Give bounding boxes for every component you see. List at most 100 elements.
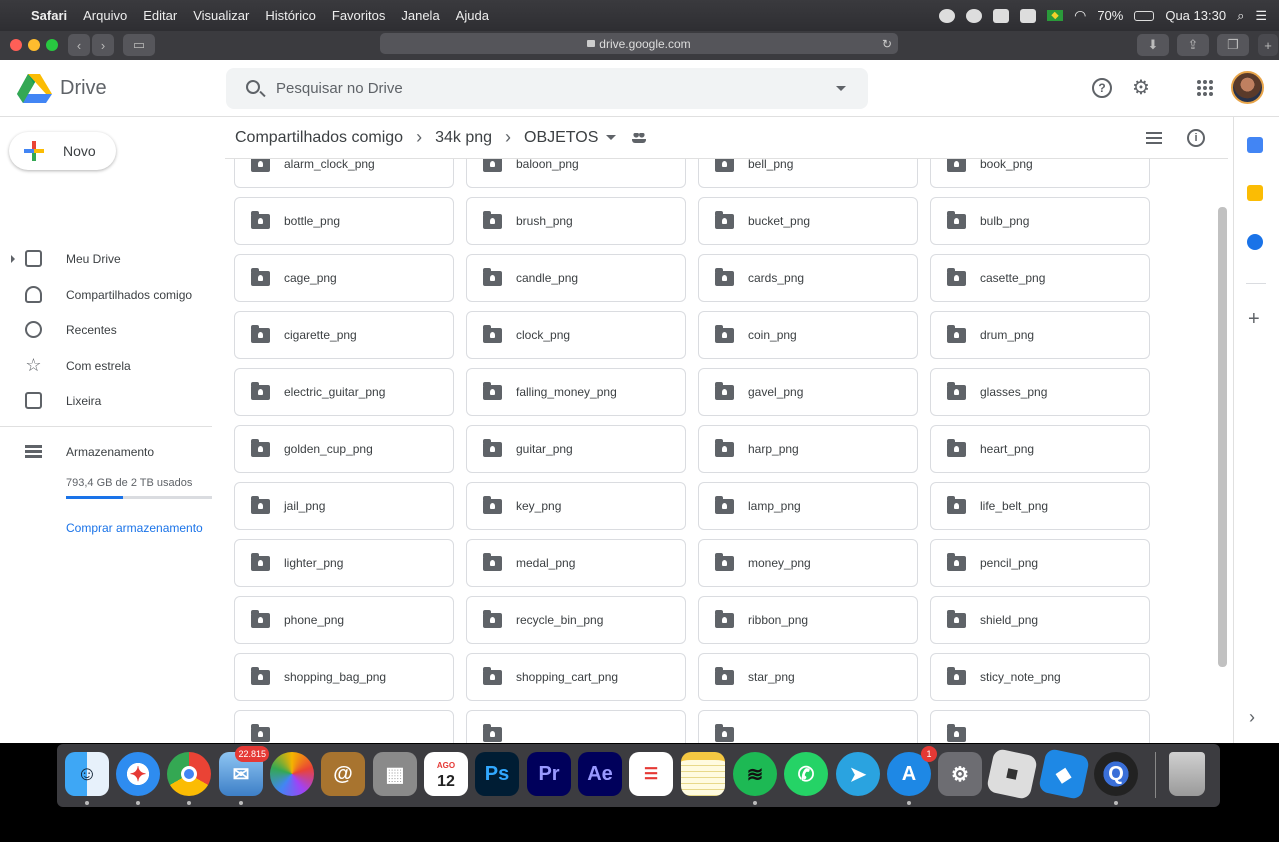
scrollbar[interactable] [1218,207,1227,667]
add-addon-icon[interactable]: + [1248,308,1260,331]
nav-recentes[interactable]: Recentes [0,312,212,347]
breadcrumb-objetos[interactable]: OBJETOS [524,129,598,147]
tabs-overview-button[interactable]: ❐ [1217,34,1249,56]
roblox-studio-icon[interactable]: ◆ [1037,747,1091,801]
folder-tile[interactable]: bucket_png [698,197,918,245]
photos-icon[interactable] [270,752,314,796]
folder-tile[interactable]: shopping_bag_png [234,653,454,701]
folder-tile[interactable]: phone_png [234,596,454,644]
folder-tile[interactable]: baloon_png [466,159,686,188]
calculator-icon[interactable]: ▦ [373,752,417,796]
folder-tile[interactable]: ribbon_png [698,596,918,644]
keep-icon[interactable] [1247,185,1263,201]
zoom-window-button[interactable] [46,39,58,51]
menu-favoritos[interactable]: Favoritos [332,8,385,23]
folder-tile[interactable]: shield_png [930,596,1150,644]
new-button[interactable]: Novo [9,132,116,170]
folder-tile-partial[interactable] [466,710,686,743]
nav-com-estrela[interactable]: ☆ Com estrela [0,348,212,383]
drive-title[interactable]: Drive [60,77,107,100]
folder-tile[interactable]: bell_png [698,159,918,188]
folder-tile-partial[interactable] [698,710,918,743]
dropdown-arrow-icon[interactable] [606,135,617,140]
folder-tile[interactable]: brush_png [466,197,686,245]
folder-tile[interactable]: bottle_png [234,197,454,245]
cloud-icon[interactable] [966,8,983,23]
battery-percent[interactable]: 70% [1097,8,1123,23]
new-tab-button[interactable]: + [1258,34,1278,56]
menu-ajuda[interactable]: Ajuda [456,8,489,23]
reload-icon[interactable]: ↻ [882,37,892,51]
roblox-icon[interactable]: ■ [985,747,1039,801]
menu-historico[interactable]: Histórico [265,8,316,23]
quicktime-icon[interactable]: Q [1094,752,1138,796]
apps-grid-icon[interactable] [1197,80,1213,96]
search-options-icon[interactable] [836,86,846,91]
app-store-icon[interactable]: A1 [887,746,937,796]
buy-storage-link[interactable]: Comprar armazenamento [66,521,203,535]
system-preferences-icon[interactable]: ⚙ [938,752,982,796]
menu-visualizar[interactable]: Visualizar [193,8,249,23]
folder-tile[interactable]: cage_png [234,254,454,302]
battery-icon[interactable] [1134,10,1155,21]
user-icon[interactable] [1020,8,1037,23]
nav-compartilhados[interactable]: Compartilhados comigo [0,277,212,312]
info-icon[interactable]: i [1187,129,1205,147]
drive-logo-icon[interactable] [17,73,53,103]
calendar-icon[interactable] [1247,137,1263,153]
folder-tile[interactable]: heart_png [930,425,1150,473]
forward-button[interactable]: › [92,34,114,56]
menu-app-name[interactable]: Safari [31,8,67,23]
folder-tile[interactable]: bulb_png [930,197,1150,245]
folder-tile[interactable]: electric_guitar_png [234,368,454,416]
notes-icon[interactable] [681,752,725,796]
finder-icon[interactable]: ☺ [65,752,109,796]
folder-tile[interactable]: recycle_bin_png [466,596,686,644]
folder-tile[interactable]: life_belt_png [930,482,1150,530]
message-icon[interactable] [993,8,1010,23]
folder-tile[interactable]: medal_png [466,539,686,587]
folder-tile-partial[interactable] [930,710,1150,743]
folder-tile[interactable]: shopping_cart_png [466,653,686,701]
folder-tile[interactable]: cards_png [698,254,918,302]
chrome-icon[interactable] [167,752,211,796]
folder-tile[interactable]: falling_money_png [466,368,686,416]
folder-tile[interactable]: guitar_png [466,425,686,473]
safari-icon[interactable]: ✦ [116,752,160,796]
reminders-icon[interactable]: ☰ [629,752,673,796]
folder-tile[interactable]: glasses_png [930,368,1150,416]
nav-meu-drive[interactable]: Meu Drive [0,241,212,276]
search-bar[interactable]: Pesquisar no Drive [226,68,868,109]
record-icon[interactable] [939,8,956,23]
back-button[interactable]: ‹ [68,34,90,56]
folder-tile[interactable]: harp_png [698,425,918,473]
folder-tile[interactable]: pencil_png [930,539,1150,587]
menu-editar[interactable]: Editar [143,8,177,23]
account-avatar[interactable] [1231,71,1264,104]
folder-tile[interactable]: sticy_note_png [930,653,1150,701]
folder-tile[interactable]: coin_png [698,311,918,359]
address-bar[interactable]: drive.google.com ↻ [380,33,898,54]
folder-tile[interactable]: jail_png [234,482,454,530]
folder-tile[interactable]: cigarette_png [234,311,454,359]
mail-icon[interactable]: ✉ 22.815 [219,746,269,796]
chevron-right-icon[interactable]: › [1249,707,1255,728]
breadcrumb-34k-png[interactable]: 34k png [435,129,492,147]
settings-gear-icon[interactable]: ⚙ [1131,78,1151,98]
expand-arrow-icon[interactable] [11,254,15,263]
folder-tile[interactable]: book_png [930,159,1150,188]
breadcrumb-shared[interactable]: Compartilhados comigo [235,129,403,147]
folder-tile[interactable]: casette_png [930,254,1150,302]
share-button[interactable]: ⇪ [1177,34,1209,56]
contacts-icon[interactable]: @ [321,752,365,796]
brazil-flag-icon[interactable] [1047,10,1064,21]
whatsapp-icon[interactable]: ✆ [784,752,828,796]
folder-tile[interactable]: star_png [698,653,918,701]
search-icon[interactable] [246,80,260,94]
tasks-icon[interactable] [1247,234,1263,250]
nav-armazenamento[interactable]: Armazenamento [0,434,212,469]
spotlight-icon[interactable]: ⌕ [1237,8,1244,24]
premiere-icon[interactable]: Pr [527,752,571,796]
folder-tile[interactable]: candle_png [466,254,686,302]
folder-tile[interactable]: clock_png [466,311,686,359]
